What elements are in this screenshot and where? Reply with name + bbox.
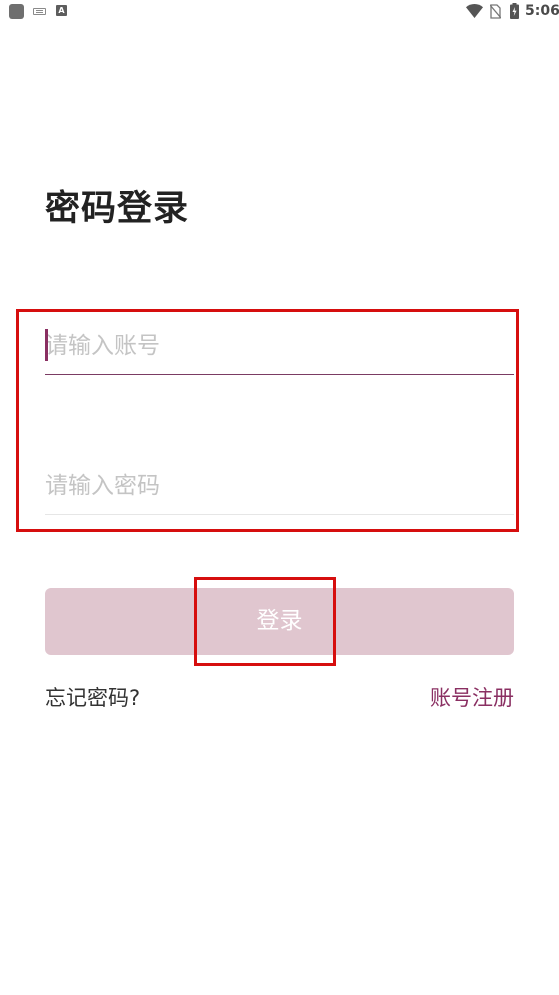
text-a-icon <box>56 5 67 16</box>
status-bar: 5:06 <box>0 0 559 24</box>
no-sim-icon <box>490 4 501 19</box>
wifi-icon <box>466 4 483 18</box>
battery-charging-icon <box>510 3 519 19</box>
forgot-password-link[interactable]: 忘记密码? <box>45 684 140 712</box>
page-title: 密码登录 <box>45 189 190 229</box>
app-icon <box>9 4 24 19</box>
highlight-box-fields <box>16 309 519 532</box>
status-time: 5:06 <box>525 3 559 19</box>
login-screen: 5:06 密码登录 登录 忘记密码? 账号注册 <box>0 0 559 995</box>
keyboard-icon <box>33 8 46 15</box>
highlight-box-login <box>194 577 336 666</box>
register-link[interactable]: 账号注册 <box>430 684 514 712</box>
